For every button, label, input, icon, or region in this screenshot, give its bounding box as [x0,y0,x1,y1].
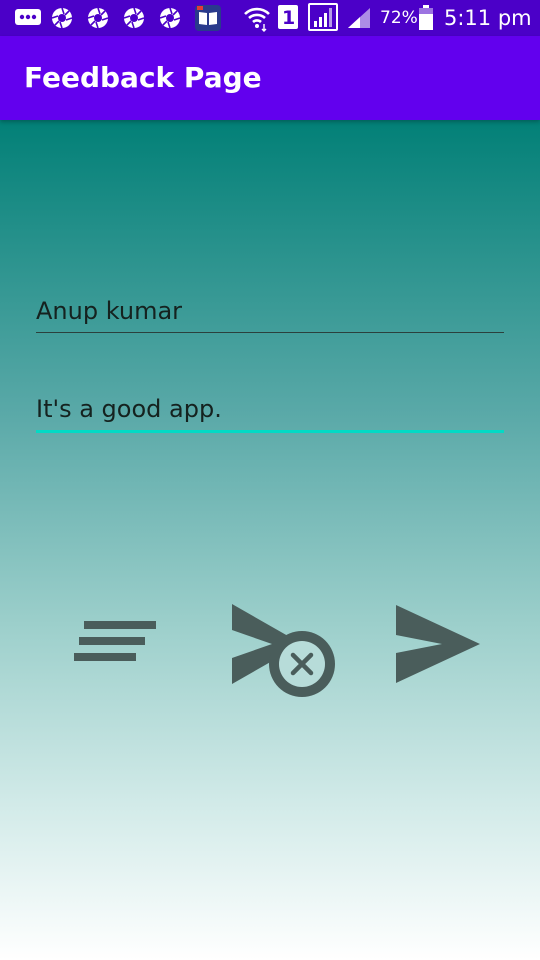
name-field [36,290,504,334]
battery-percent: 72% [380,8,418,28]
feedback-field [36,388,504,433]
status-time: 5:11 pm [444,6,532,30]
page-title: Feedback Page [24,61,262,94]
shutter-icon [87,7,109,29]
feedback-form-area [0,120,540,960]
name-input[interactable] [36,290,504,332]
shutter-icon [123,7,145,29]
shutter-icon [159,7,181,29]
send-icon [396,605,480,683]
wifi-icon [244,7,270,32]
status-bar: 1 72% 5:11 pm [0,0,540,36]
feedback-input[interactable] [36,388,504,430]
book-icon [195,5,221,31]
shutter-icon [51,7,73,29]
list-icon [74,621,156,661]
signal-icon [348,8,370,28]
sim-slot-label: 1 [282,7,296,29]
cancel-send-icon [232,604,335,697]
app-bar: Feedback Page [0,36,540,120]
messaging-icon [15,9,41,25]
name-field-underline [36,332,504,333]
signal-icon [308,3,338,31]
feedback-field-underline [36,430,504,433]
send-button[interactable] [392,602,484,686]
cancel-button[interactable] [228,600,340,700]
view-list-button[interactable] [70,618,160,668]
battery-icon [419,5,433,30]
